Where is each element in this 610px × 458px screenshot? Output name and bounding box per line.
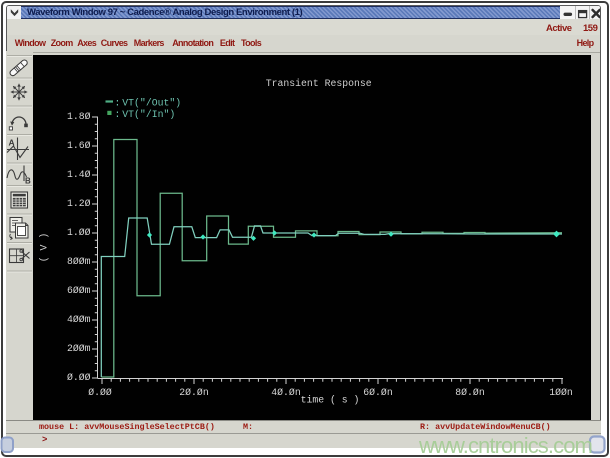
svg-text:VT("/In"): VT("/In") bbox=[122, 109, 175, 120]
svg-text:B: B bbox=[25, 177, 31, 186]
svg-text:2Ø.Øn: 2Ø.Øn bbox=[179, 387, 209, 398]
svg-text:4Ø.Øn: 4Ø.Øn bbox=[271, 387, 301, 398]
svg-text:Transient Response: Transient Response bbox=[266, 78, 372, 89]
svg-text:8Ø.Øn: 8Ø.Øn bbox=[455, 387, 485, 398]
svg-text:1.6Ø: 1.6Ø bbox=[67, 140, 91, 151]
svg-text:Ø.ØØ: Ø.ØØ bbox=[88, 387, 112, 398]
svg-text:1.8Ø: 1.8Ø bbox=[67, 111, 91, 122]
svg-text:Ø.ØØ: Ø.ØØ bbox=[67, 372, 91, 383]
svg-text:( V ): ( V ) bbox=[39, 233, 50, 262]
svg-text:1.2Ø: 1.2Ø bbox=[67, 198, 91, 209]
svg-text:VT("/Out"): VT("/Out") bbox=[122, 97, 181, 108]
svg-text:6ØØm: 6ØØm bbox=[67, 285, 91, 296]
svg-text::: : bbox=[115, 109, 121, 120]
svg-text::: : bbox=[115, 97, 121, 108]
svg-text:1.ØØ: 1.ØØ bbox=[67, 227, 91, 238]
svg-text:1ØØn: 1ØØn bbox=[549, 387, 573, 398]
svg-text:8ØØm: 8ØØm bbox=[67, 256, 91, 267]
svg-text:1.4Ø: 1.4Ø bbox=[67, 169, 91, 180]
svg-text:4ØØm: 4ØØm bbox=[67, 314, 91, 325]
svg-text:2ØØm: 2ØØm bbox=[67, 343, 91, 354]
svg-text:6Ø.Øn: 6Ø.Øn bbox=[363, 387, 393, 398]
svg-text:time ( s ): time ( s ) bbox=[301, 395, 360, 406]
